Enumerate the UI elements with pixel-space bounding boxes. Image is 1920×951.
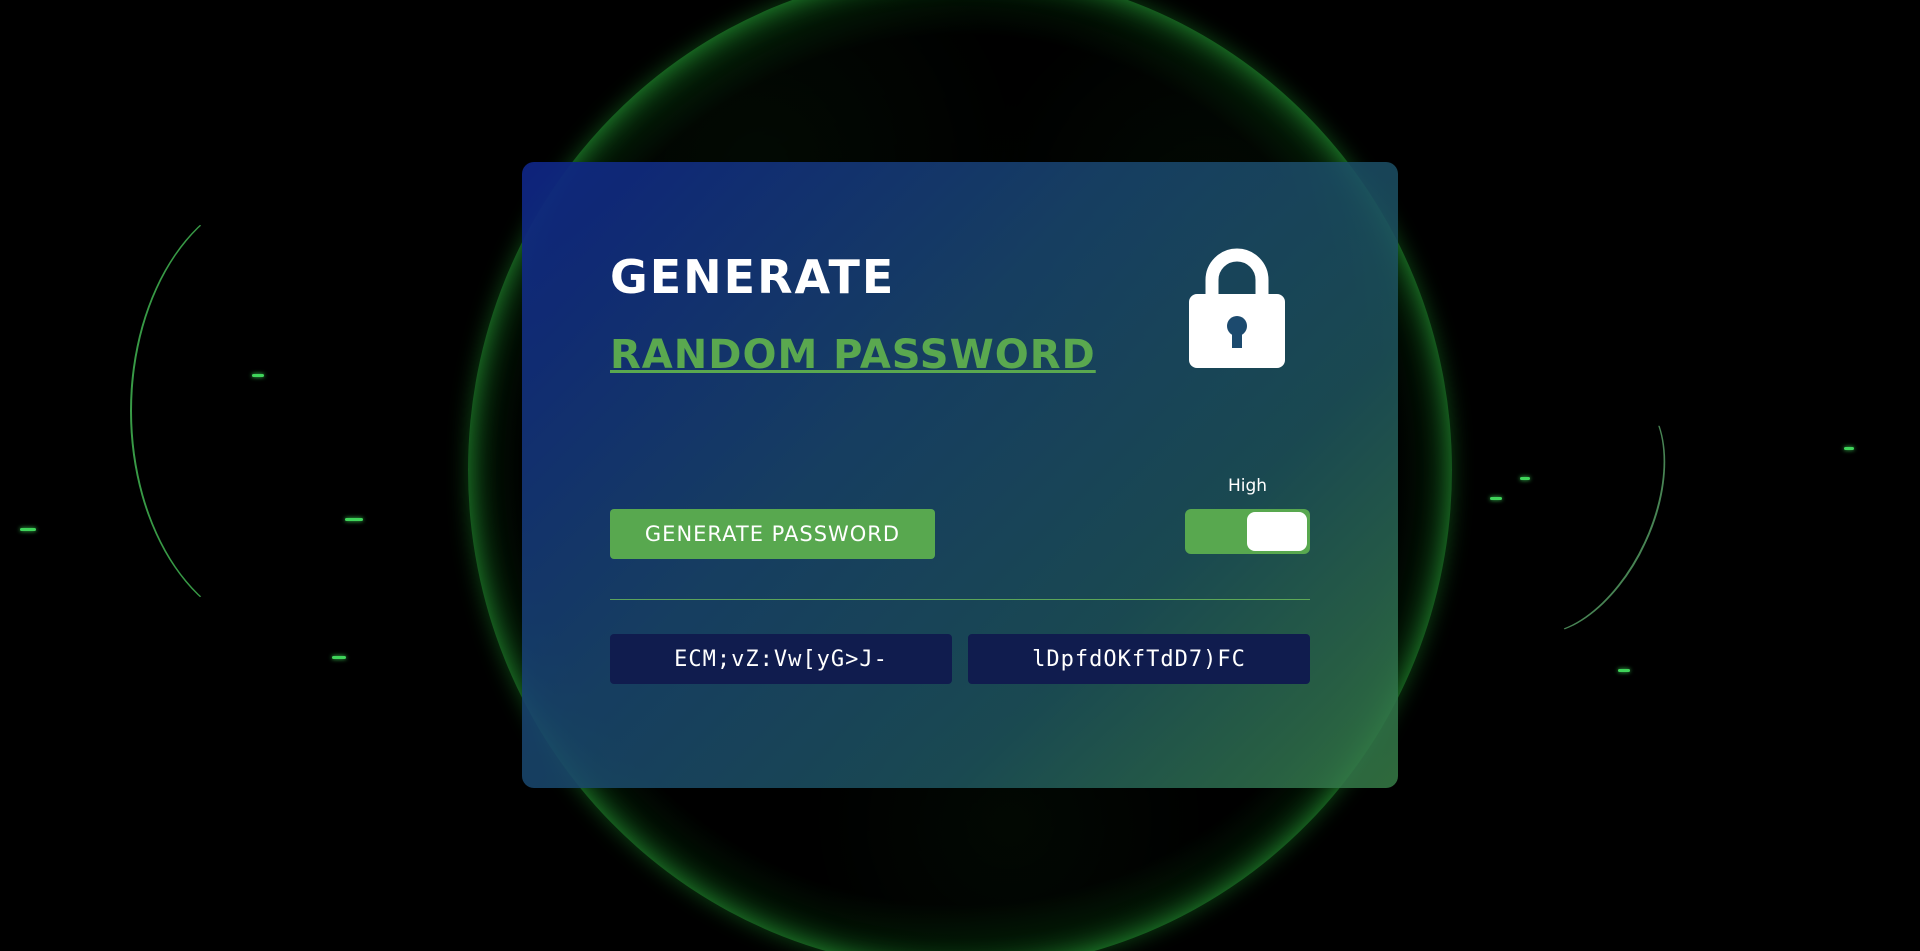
lock-icon [1189, 248, 1285, 368]
particle [252, 374, 264, 377]
generate-password-button[interactable]: GENERATE PASSWORD [610, 509, 935, 559]
particle [1490, 497, 1502, 500]
particle [1618, 669, 1630, 672]
divider [610, 599, 1310, 600]
particle [332, 656, 346, 659]
strength-toggle[interactable] [1185, 509, 1310, 554]
password-output-1[interactable]: ECM;vZ:Vw[yG>J- [610, 634, 952, 684]
particle [345, 518, 363, 521]
background: GENERATE RANDOM PASSWORD GENERATE PASSWO… [0, 0, 1920, 951]
toggle-knob[interactable] [1247, 512, 1307, 551]
particle [1844, 447, 1854, 450]
page-subtitle: RANDOM PASSWORD [610, 332, 1096, 378]
password-generator-card: GENERATE RANDOM PASSWORD GENERATE PASSWO… [522, 162, 1398, 788]
strength-label: High [1227, 476, 1268, 496]
orbit-arc-right [1451, 359, 1702, 663]
page-title: GENERATE [610, 250, 896, 304]
particle [20, 528, 36, 531]
particle [1520, 477, 1530, 480]
orbit-arc-left [130, 190, 433, 632]
password-output-2[interactable]: lDpfdOKfTdD7)FC [968, 634, 1310, 684]
